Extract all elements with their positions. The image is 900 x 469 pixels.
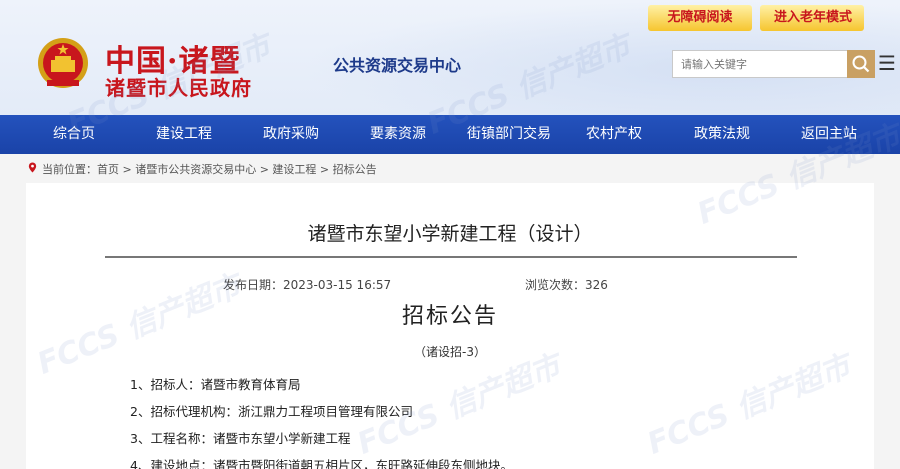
search-input[interactable] [673, 51, 847, 77]
location-icon [28, 162, 37, 173]
article-item: 4、建设地点：诸暨市暨阳街道朝五相片区，东旺路延伸段东侧地块。 [130, 458, 513, 469]
search-button[interactable] [847, 50, 875, 78]
nav-item-procurement[interactable]: 政府采购 [263, 115, 319, 154]
article-item: 3、工程名称：诸暨市东望小学新建工程 [130, 431, 351, 446]
national-emblem-icon [38, 38, 88, 88]
breadcrumb: 当前位置：首页 > 诸暨市公共资源交易中心 > 建设工程 > 招标公告 [0, 154, 900, 182]
search-box [672, 50, 848, 78]
nav-item-policy[interactable]: 政策法规 [694, 115, 750, 154]
government-name: 诸暨市人民政府 [105, 76, 252, 100]
search-icon [852, 55, 870, 73]
nav-item-rural-property[interactable]: 农村产权 [586, 115, 642, 154]
elder-mode-button[interactable]: 进入老年模式 [760, 5, 864, 31]
main-nav: 综合页 建设工程 政府采购 要素资源 街镇部门交易 农村产权 政策法规 返回主站 [0, 115, 900, 154]
view-count: 浏览次数：326 [525, 278, 608, 292]
barrier-free-button[interactable]: 无障碍阅读 [648, 5, 752, 31]
nav-item-street-trade[interactable]: 街镇部门交易 [467, 115, 551, 154]
center-name: 公共资源交易中心 [333, 56, 462, 75]
publish-date: 发布日期：2023-03-15 16:57 [223, 278, 392, 292]
document-title: 招标公告 [401, 304, 498, 329]
menu-icon[interactable]: ☰ [878, 50, 900, 78]
article-title: 诸暨市东望小学新建工程（设计） [307, 223, 593, 245]
title-divider [105, 256, 797, 258]
nav-item-resources[interactable]: 要素资源 [370, 115, 426, 154]
nav-item-construction[interactable]: 建设工程 [156, 115, 212, 154]
nav-item-main-site[interactable]: 返回主站 [801, 115, 857, 154]
breadcrumb-text[interactable]: 当前位置：首页 > 诸暨市公共资源交易中心 > 建设工程 > 招标公告 [42, 161, 377, 177]
article-item: 2、招标代理机构：浙江鼎力工程项目管理有限公司 [130, 404, 413, 419]
article-item: 1、招标人：诸暨市教育体育局 [130, 377, 301, 392]
document-code: （诸设招-3） [414, 345, 486, 359]
nav-item-overview[interactable]: 综合页 [53, 115, 95, 154]
